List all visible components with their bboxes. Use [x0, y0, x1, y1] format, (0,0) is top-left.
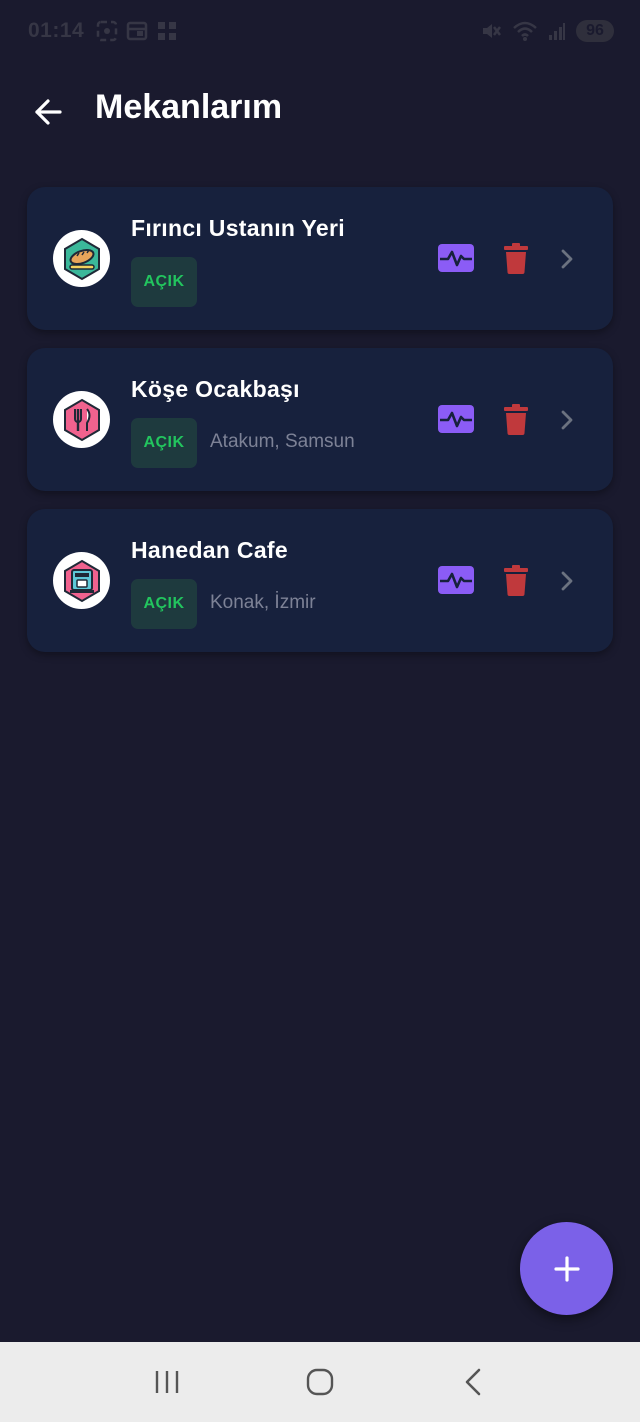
back-button[interactable] [28, 92, 68, 132]
status-left: 01:14 [28, 19, 178, 43]
chevron-right-icon [557, 569, 577, 593]
venue-location: Konak, İzmir [210, 592, 316, 613]
activity-button[interactable] [438, 404, 474, 434]
window-icon [126, 21, 148, 41]
nav-back-button[interactable] [443, 1352, 503, 1412]
recent-apps-icon [155, 1371, 178, 1393]
screenshot-icon [96, 20, 118, 42]
signal-icon [549, 23, 565, 40]
pulse-icon [438, 566, 474, 594]
wifi-icon [513, 21, 537, 41]
venue-name: Fırıncı Ustanın Yeri [131, 215, 345, 241]
system-nav-bar [0, 1342, 640, 1422]
arrow-left-icon [35, 99, 62, 125]
grid-icon [158, 22, 177, 40]
notification-icons [96, 20, 178, 42]
chevron-right-icon [557, 247, 577, 271]
venue-location: Atakum, Samsun [210, 431, 355, 452]
app-bar: Mekanlarım [0, 72, 640, 148]
status-bar: 01:14 96 [0, 0, 640, 62]
venue-name: Hanedan Cafe [131, 537, 288, 563]
venue-card[interactable]: Köşe Ocakbaşı AÇIK Atakum, Samsun [27, 348, 613, 491]
trash-icon [504, 243, 528, 274]
plus-icon [553, 1255, 580, 1282]
home-button[interactable] [290, 1352, 350, 1412]
mute-icon [483, 24, 501, 38]
bakery-icon [63, 237, 100, 280]
venue-avatar [53, 391, 110, 448]
status-badge: AÇIK [131, 418, 197, 468]
status-badge: AÇIK [131, 257, 197, 307]
delete-button[interactable] [503, 403, 529, 436]
venue-card[interactable]: Hanedan Cafe AÇIK Konak, İzmir [27, 509, 613, 652]
status-time: 01:14 [28, 19, 85, 42]
back-icon [466, 1368, 481, 1396]
trash-icon [504, 565, 528, 596]
cafe-icon [63, 559, 100, 602]
venue-avatar [53, 552, 110, 609]
venue-avatar [53, 230, 110, 287]
home-icon [306, 1368, 334, 1396]
add-venue-button[interactable] [520, 1222, 613, 1315]
battery-indicator: 96 [576, 20, 614, 42]
restaurant-icon [63, 398, 100, 441]
activity-button[interactable] [438, 243, 474, 273]
status-badge: AÇIK [131, 579, 197, 629]
venue-card[interactable]: Fırıncı Ustanın Yeri AÇIK [27, 187, 613, 330]
venue-name: Köşe Ocakbaşı [131, 376, 300, 402]
activity-button[interactable] [438, 565, 474, 595]
delete-button[interactable] [503, 242, 529, 275]
trash-icon [504, 404, 528, 435]
delete-button[interactable] [503, 564, 529, 597]
pulse-icon [438, 244, 474, 272]
page-title: Mekanlarım [95, 88, 283, 126]
pulse-icon [438, 405, 474, 433]
recent-apps-button[interactable] [137, 1352, 197, 1412]
chevron-right-icon [557, 408, 577, 432]
status-right: 96 [480, 20, 614, 42]
